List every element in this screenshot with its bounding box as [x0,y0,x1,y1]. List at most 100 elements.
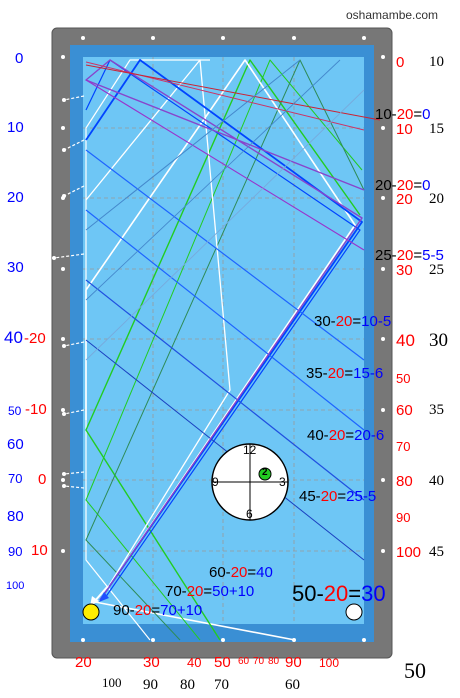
right-black-40: 40 [429,473,444,489]
clock-label-6: 6 [246,507,253,521]
left-red-0: 0 [38,471,47,488]
exit-arrow-head [62,98,66,102]
bottom-black-70: 70 [214,677,229,693]
bottom-black-90: 90 [143,677,158,693]
right-red-50: 50 [396,371,411,386]
diamond-left [61,549,65,553]
left-blue-30: 30 [7,259,24,276]
left-red-minus20: -20 [24,330,46,347]
diamond-left [61,408,65,412]
right-black-35: 35 [429,402,444,418]
bottom-black-60: 60 [285,677,300,693]
left-blue-0: 0 [15,50,24,67]
left-blue-70: 70 [8,471,23,486]
left-blue-50: 50 [8,404,22,418]
equation-50-main: 50-20=30 [292,581,386,606]
diamond-top [221,36,225,40]
equation-30: 30-20=10-5 [314,313,392,330]
exit-arrow-head [62,148,66,152]
right-black-45: 45 [429,544,444,560]
diamond-left [61,337,65,341]
diamond-right [381,337,385,341]
left-blue-90: 90 [8,544,23,559]
bottom-black-100: 100 [102,675,122,690]
diamond-top [151,36,155,40]
clock-label-3: 3 [279,475,286,489]
exit-arrow-head [62,194,66,198]
diamond-left [61,478,65,482]
clock-label-12: 12 [243,443,257,457]
diamond-bottom [81,638,85,642]
equation-60: 60-20=40 [209,564,273,581]
equation-40: 40-20=20-6 [307,427,385,444]
diamond-right [381,126,385,130]
bottom-red-90: 90 [285,654,302,671]
exit-arrow-head [62,412,66,416]
left-blue-40: 40 [4,328,23,347]
bottom-red-70: 70 [253,656,265,667]
diamond-left [61,126,65,130]
diagram-stage: oshamambe.com 12 3 6 9 2 0 10 20 30 40 5… [0,0,460,698]
object-ball [345,603,363,621]
bottom-red-100: 100 [319,656,340,670]
right-red-90: 90 [396,510,411,525]
equation-25: 25-20=5-5 [375,247,444,264]
diamond-left [61,55,65,59]
clock-ball-number: 2 [262,467,268,478]
left-blue-80: 80 [7,508,24,525]
diamond-right [381,267,385,271]
equation-45: 45-20=25-5 [299,488,377,505]
equation-20: 20-20=0 [375,177,431,194]
left-red-minus10: -10 [25,401,47,418]
right-black-20: 20 [429,191,444,207]
diamond-bottom [362,638,366,642]
diamond-bottom [151,638,155,642]
clock-label-9: 9 [212,475,219,489]
bottom-black-50: 50 [404,658,426,683]
equation-10: 10-20=0 [375,106,431,123]
exit-arrow-head [62,472,66,476]
right-red-40: 40 [396,331,415,350]
right-black-30: 30 [429,330,448,351]
bottom-red-30: 30 [143,654,160,671]
right-red-80: 80 [396,473,413,490]
exit-arrow-head [52,256,56,260]
diamond-right [381,196,385,200]
diamond-top [81,36,85,40]
right-red-60: 60 [396,402,413,419]
right-red-0: 0 [396,54,405,71]
right-red-70: 70 [396,439,411,454]
equation-90: 90-20=70+10 [113,602,203,619]
bottom-red-60: 60 [238,656,250,667]
left-red-10: 10 [31,542,48,559]
right-black-25: 25 [429,262,444,278]
cue-ball [82,603,100,621]
diamond-top [362,36,366,40]
left-blue-10: 10 [7,119,24,136]
diamond-top [292,36,296,40]
bottom-red-50: 50 [214,654,231,671]
bottom-red-80: 80 [268,656,280,667]
diamond-right [381,55,385,59]
diamond-right [381,408,385,412]
exit-arrow-head [62,344,66,348]
right-red-20: 20 [396,191,413,208]
equation-35: 35-20=15-6 [306,365,384,382]
site-label: oshamambe.com [346,8,439,22]
diamond-left [61,267,65,271]
right-red-30: 30 [396,262,413,279]
exit-arrow-head [62,484,66,488]
right-black-15: 15 [429,121,444,137]
equation-70: 70-20=50+10 [165,583,255,600]
diamond-right [381,478,385,482]
right-red-10: 10 [396,121,413,138]
left-blue-100: 100 [6,580,25,592]
left-blue-60: 60 [7,436,24,453]
bottom-red-20: 20 [75,654,92,671]
right-red-100: 100 [396,544,422,561]
bottom-red-40: 40 [187,655,202,670]
left-blue-20: 20 [7,189,24,206]
diamond-right [381,549,385,553]
diamond-bottom [221,638,225,642]
bottom-black-80: 80 [180,677,195,693]
